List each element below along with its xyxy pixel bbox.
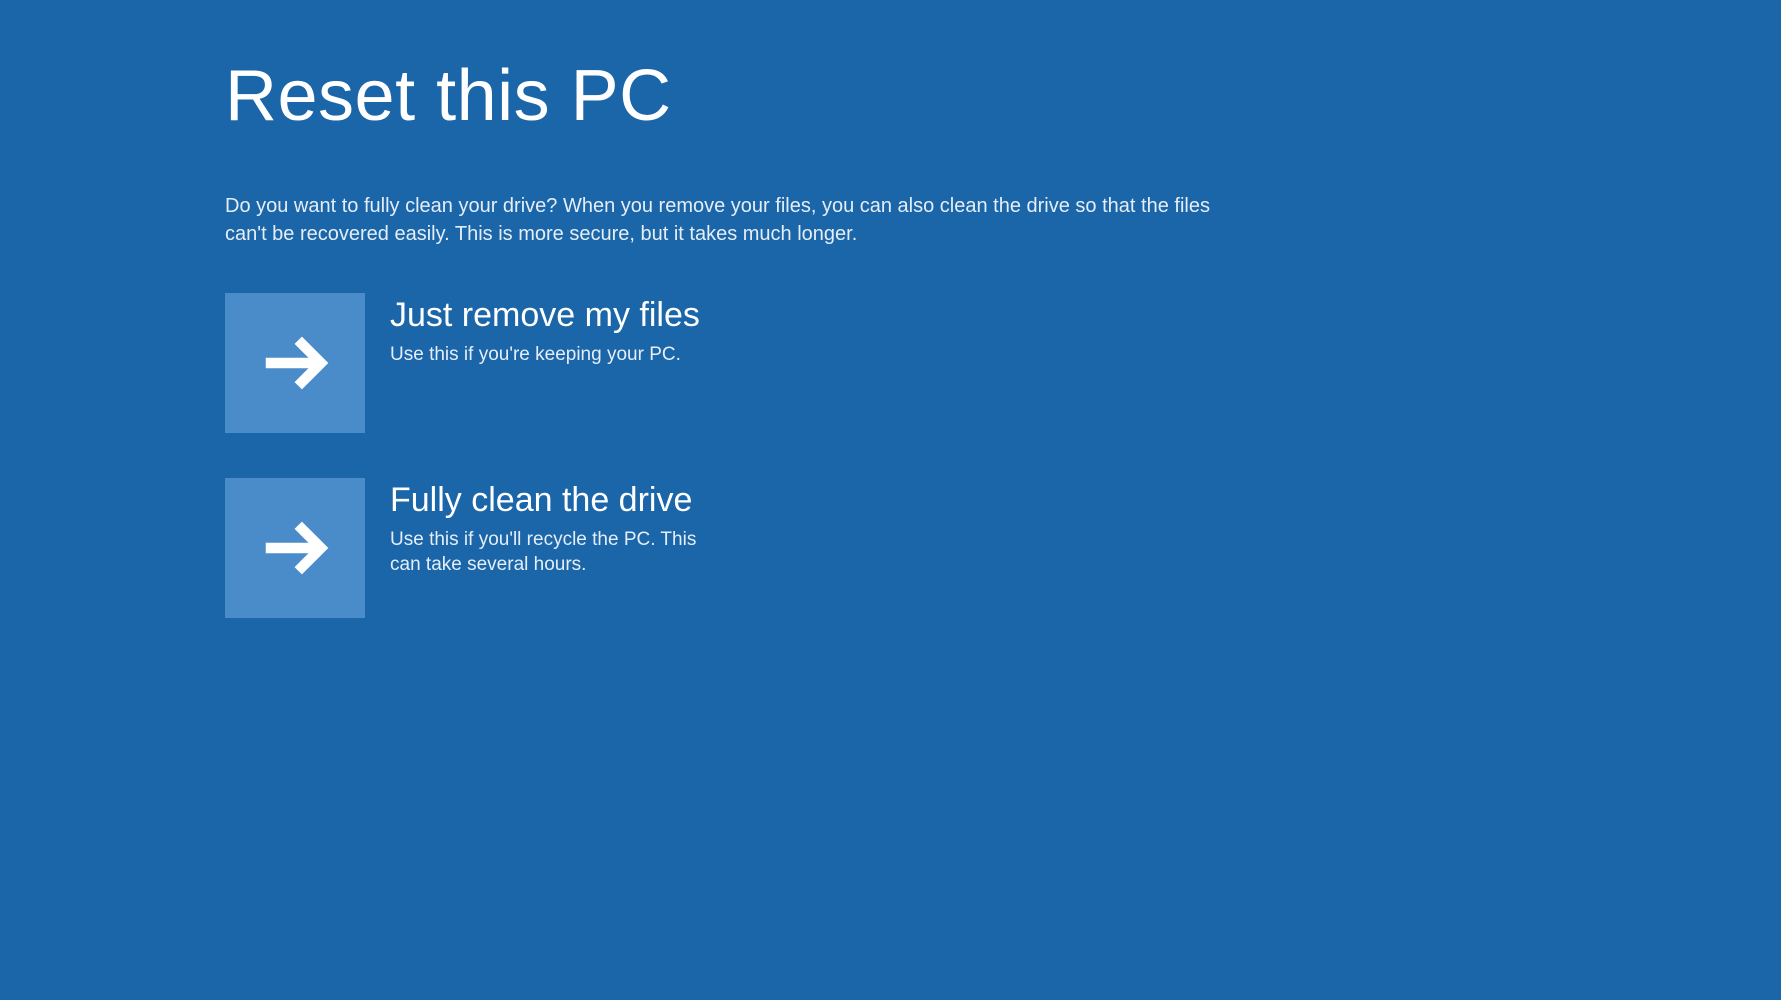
- option-text-block: Just remove my files Use this if you're …: [390, 293, 700, 367]
- option-title: Just remove my files: [390, 295, 700, 336]
- arrow-right-icon: [225, 478, 365, 618]
- option-description: Use this if you're keeping your PC.: [390, 342, 700, 368]
- reset-pc-screen: Reset this PC Do you want to fully clean…: [0, 0, 1781, 1000]
- arrow-right-icon: [225, 293, 365, 433]
- option-text-block: Fully clean the drive Use this if you'll…: [390, 478, 710, 578]
- option-title: Fully clean the drive: [390, 480, 710, 521]
- option-description: Use this if you'll recycle the PC. This …: [390, 527, 710, 578]
- page-description: Do you want to fully clean your drive? W…: [225, 192, 1225, 248]
- just-remove-files-button[interactable]: Just remove my files Use this if you're …: [225, 293, 700, 433]
- page-title: Reset this PC: [225, 55, 1781, 137]
- fully-clean-drive-button[interactable]: Fully clean the drive Use this if you'll…: [225, 478, 710, 618]
